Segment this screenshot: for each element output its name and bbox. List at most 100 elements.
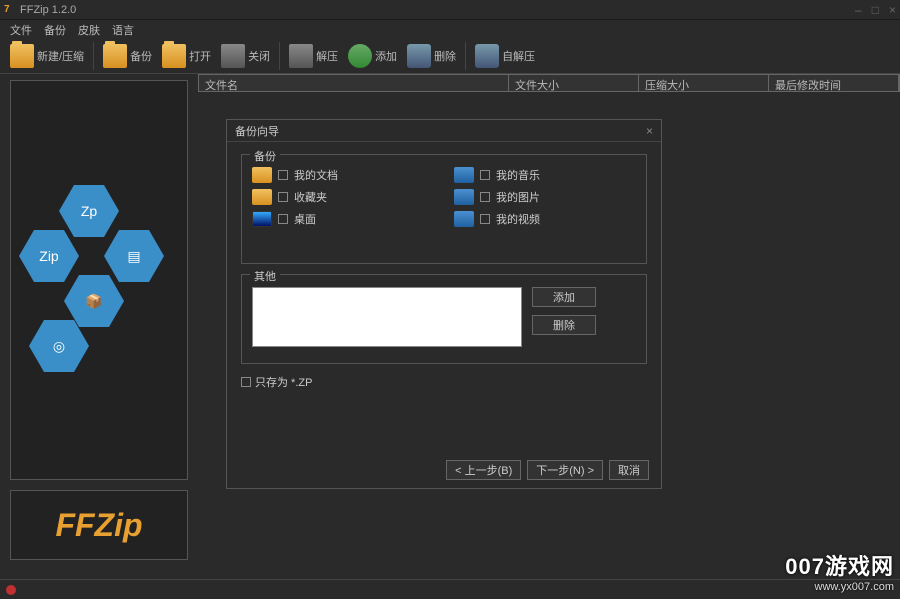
- checkbox[interactable]: [278, 170, 288, 180]
- tb-sfx[interactable]: 自解压: [471, 42, 539, 70]
- source-my-videos[interactable]: 我的视频: [454, 211, 636, 227]
- col-packed[interactable]: 压缩大小: [639, 75, 769, 91]
- brand-panel: FFZip: [10, 490, 188, 560]
- watermark: 007游戏网 www.yx007.com: [785, 549, 894, 593]
- checkbox[interactable]: [480, 214, 490, 224]
- source-desktop[interactable]: 桌面: [252, 211, 434, 227]
- watermark-url: www.yx007.com: [785, 581, 894, 593]
- desktop-icon: [252, 211, 272, 227]
- prev-button[interactable]: < 上一步(B): [446, 460, 521, 480]
- app-icon: 7: [4, 4, 16, 16]
- tb-backup-label: 备份: [130, 48, 152, 64]
- folder-icon: [252, 167, 272, 183]
- separator: [465, 42, 466, 70]
- tb-close-label: 关闭: [248, 48, 270, 64]
- tb-extract-label: 解压: [316, 48, 338, 64]
- menu-backup[interactable]: 备份: [44, 22, 66, 36]
- tb-delete-label: 删除: [434, 48, 456, 64]
- tb-new-label: 新建/压缩: [37, 48, 84, 64]
- dialog-close-button[interactable]: ×: [646, 124, 653, 138]
- main-area: Zp ▤ Zip 📦 ◎ FFZip 文件名 文件大小 压缩大小 最后修改时间 …: [0, 74, 900, 579]
- next-button[interactable]: 下一步(N) >: [527, 460, 603, 480]
- group-backup-legend: 备份: [250, 148, 280, 164]
- menu-lang[interactable]: 语言: [112, 22, 134, 36]
- checkbox[interactable]: [480, 170, 490, 180]
- custom-paths-list[interactable]: [252, 287, 522, 347]
- tb-add-label: 添加: [375, 48, 397, 64]
- menubar: 文件 备份 皮肤 语言: [0, 20, 900, 38]
- source-label: 我的图片: [496, 189, 540, 205]
- menu-skin[interactable]: 皮肤: [78, 22, 100, 36]
- tb-close[interactable]: 关闭: [217, 42, 274, 70]
- watermark-title: 007游戏网: [785, 549, 894, 581]
- folder-icon: [10, 44, 34, 68]
- tb-backup[interactable]: 备份: [99, 42, 156, 70]
- toolbar: 新建/压缩 备份 打开 关闭 解压 添加 删除 自解压: [0, 38, 900, 74]
- separator: [279, 42, 280, 70]
- tb-add[interactable]: 添加: [344, 42, 401, 70]
- save-as-label: 只存为 *.ZP: [255, 374, 312, 390]
- source-label: 我的音乐: [496, 167, 540, 183]
- save-as-checkbox[interactable]: [241, 377, 251, 387]
- tb-extract[interactable]: 解压: [285, 42, 342, 70]
- dialog-body: 备份 我的文档 我的音乐 收藏夹 我的图片 桌面 我的视频 其他 添加: [227, 142, 661, 402]
- other-sources-group: 其他 添加 删除: [241, 274, 647, 364]
- close-file-icon: [221, 44, 245, 68]
- add-path-button[interactable]: 添加: [532, 287, 596, 307]
- window-controls: – □ ×: [855, 3, 896, 17]
- remove-path-button[interactable]: 删除: [532, 315, 596, 335]
- hex-disc-icon[interactable]: ◎: [29, 320, 89, 372]
- hex-panel: Zp ▤ Zip 📦 ◎: [10, 80, 188, 480]
- cancel-button[interactable]: 取消: [609, 460, 649, 480]
- dialog-titlebar: 备份向导 ×: [227, 120, 661, 142]
- save-as-row: 只存为 *.ZP: [241, 374, 647, 390]
- music-folder-icon: [454, 167, 474, 183]
- maximize-button[interactable]: □: [872, 3, 879, 17]
- col-name[interactable]: 文件名: [199, 75, 509, 91]
- tb-open[interactable]: 打开: [158, 42, 215, 70]
- source-favorites[interactable]: 收藏夹: [252, 189, 434, 205]
- hex-box-icon[interactable]: 📦: [64, 275, 124, 327]
- sidebar: Zp ▤ Zip 📦 ◎ FFZip: [0, 74, 198, 579]
- other-buttons: 添加 删除: [532, 287, 596, 353]
- source-my-music[interactable]: 我的音乐: [454, 167, 636, 183]
- menu-file[interactable]: 文件: [10, 22, 32, 36]
- brand-logo: FFZip: [55, 507, 142, 544]
- checkbox[interactable]: [278, 192, 288, 202]
- hex-zip-icon[interactable]: Zip: [19, 230, 79, 282]
- close-button[interactable]: ×: [889, 3, 896, 17]
- dialog-title: 备份向导: [235, 123, 279, 139]
- delete-icon: [407, 44, 431, 68]
- add-icon: [348, 44, 372, 68]
- checkbox[interactable]: [480, 192, 490, 202]
- titlebar: 7 FFZip 1.2.0 – □ ×: [0, 0, 900, 20]
- dialog-footer: < 上一步(B) 下一步(N) > 取消: [446, 460, 649, 480]
- tb-new[interactable]: 新建/压缩: [6, 42, 88, 70]
- folder-open-icon: [162, 44, 186, 68]
- status-indicator-icon: [6, 585, 16, 595]
- backup-wizard-dialog: 备份向导 × 备份 我的文档 我的音乐 收藏夹 我的图片 桌面 我的视频: [226, 119, 662, 489]
- content-area: 文件名 文件大小 压缩大小 最后修改时间 备份向导 × 备份 我的文档 我的音乐…: [198, 74, 900, 579]
- backup-sources-group: 备份 我的文档 我的音乐 收藏夹 我的图片 桌面 我的视频: [241, 154, 647, 264]
- videos-folder-icon: [454, 211, 474, 227]
- hex-zp-icon[interactable]: Zp: [59, 185, 119, 237]
- statusbar: [0, 579, 900, 599]
- favorites-folder-icon: [252, 189, 272, 205]
- file-list-header: 文件名 文件大小 压缩大小 最后修改时间: [198, 74, 900, 92]
- minimize-button[interactable]: –: [855, 3, 862, 17]
- checkbox[interactable]: [278, 214, 288, 224]
- folder-icon: [103, 44, 127, 68]
- group-other-legend: 其他: [250, 268, 280, 284]
- pictures-folder-icon: [454, 189, 474, 205]
- source-label: 我的视频: [496, 211, 540, 227]
- extract-icon: [289, 44, 313, 68]
- tb-open-label: 打开: [189, 48, 211, 64]
- source-label: 桌面: [294, 211, 316, 227]
- source-my-pictures[interactable]: 我的图片: [454, 189, 636, 205]
- col-size[interactable]: 文件大小: [509, 75, 639, 91]
- tb-delete[interactable]: 删除: [403, 42, 460, 70]
- sources-grid: 我的文档 我的音乐 收藏夹 我的图片 桌面 我的视频: [252, 167, 636, 227]
- hex-archive-icon[interactable]: ▤: [104, 230, 164, 282]
- source-my-documents[interactable]: 我的文档: [252, 167, 434, 183]
- col-modified[interactable]: 最后修改时间: [769, 75, 899, 91]
